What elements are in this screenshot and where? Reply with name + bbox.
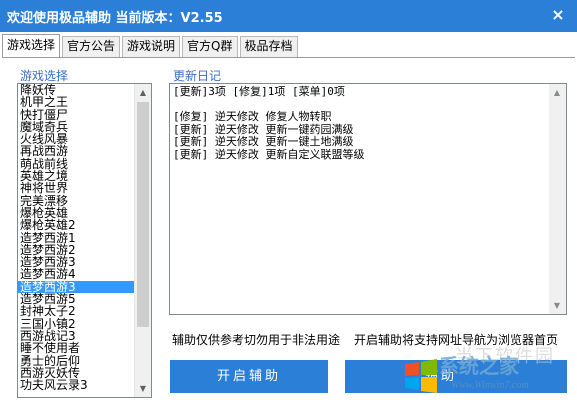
game-list-item[interactable]: 爆枪英雄2 <box>18 219 136 232</box>
scroll-thumb[interactable] <box>137 102 149 327</box>
update-log-line: [更新] 逆天修改 更新一键土地满级 <box>173 135 354 148</box>
start-assist-button[interactable]: 开启辅助 <box>170 360 328 393</box>
game-list-label: 游戏选择 <box>19 67 70 84</box>
tab-4[interactable]: 官方Q群 <box>182 36 238 57</box>
game-list-item[interactable]: 造梦西游1 <box>18 231 136 244</box>
update-log-scrollbar[interactable]: ▲ ▼ <box>549 84 566 314</box>
game-list-item[interactable]: 功夫风云录3 <box>18 379 136 392</box>
update-log-line: [更新] 逆天修改 更新自定义联盟等级 <box>173 147 365 161</box>
scroll-down-arrow-icon[interactable]: ▼ <box>549 297 565 314</box>
scroll-down-arrow-icon[interactable]: ▼ <box>135 380 151 397</box>
game-list-scrollbar[interactable]: ▲ ▼ <box>134 84 151 397</box>
tab-1[interactable]: 游戏选择 <box>2 34 61 57</box>
tab-5[interactable]: 极品存档 <box>239 36 298 57</box>
update-log-text: [更新]3项 [修复]1项 [菜单]0项 [修复] 逆天修改 修复人物转职 [更新]… <box>173 85 549 161</box>
game-list-items: 降妖传 机甲之王 快打僵尸 魔域奇兵 火线风暴 再战西游 萌战前线 英雄之境 神将世界 完美漂移爆… <box>18 84 136 391</box>
update-log-line: [更新]3项 [修复]1项 [菜单]0项 <box>173 85 345 98</box>
game-list[interactable]: 降妖传 机甲之王 快打僵尸 魔域奇兵 火线风暴 再战西游 萌战前线 英雄之境 神将世界 完美漂移爆… <box>17 83 152 398</box>
scroll-up-arrow-icon[interactable]: ▲ <box>549 84 565 101</box>
game-list-item[interactable]: 封神太子2 <box>18 305 136 318</box>
game-list-item[interactable]: 再战西游 <box>18 145 136 158</box>
game-list-item[interactable]: 睡不使用者 <box>18 342 136 355</box>
tab-3[interactable]: 游戏说明 <box>122 36 181 57</box>
update-log-label: 更新日记 <box>172 67 223 84</box>
title-bar: 欢迎使用极品辅助 当前版本：V2.55 × <box>0 0 577 32</box>
game-list-item[interactable]: 机甲之王 <box>18 96 136 109</box>
window-title: 欢迎使用极品辅助 当前版本：V2.55 <box>7 11 223 26</box>
scroll-up-arrow-icon[interactable]: ▲ <box>135 84 151 101</box>
tab-2[interactable]: 官方公告 <box>62 36 121 57</box>
game-list-item[interactable]: 神将世界 <box>18 182 136 195</box>
disclaimer-notice: 辅助仅供参考切勿用于非法用途 <box>172 333 341 347</box>
game-list-item[interactable]: 造梦西游4 <box>18 268 136 281</box>
watermark-faint-text: 当下软件园 <box>455 346 555 367</box>
update-log-line: [修复] 逆天修改 修复人物转职 <box>173 110 332 123</box>
game-list-item[interactable]: 勇士的后仰 <box>18 354 136 367</box>
update-log-textarea[interactable]: [更新]3项 [修复]1项 [菜单]0项 [修复] 逆天修改 修复人物转职 [更新]… <box>169 83 567 315</box>
close-button[interactable]: × <box>547 4 569 26</box>
tab-bar: 游戏选择 官方公告 游戏说明 官方Q群 极品存档 <box>2 34 300 58</box>
